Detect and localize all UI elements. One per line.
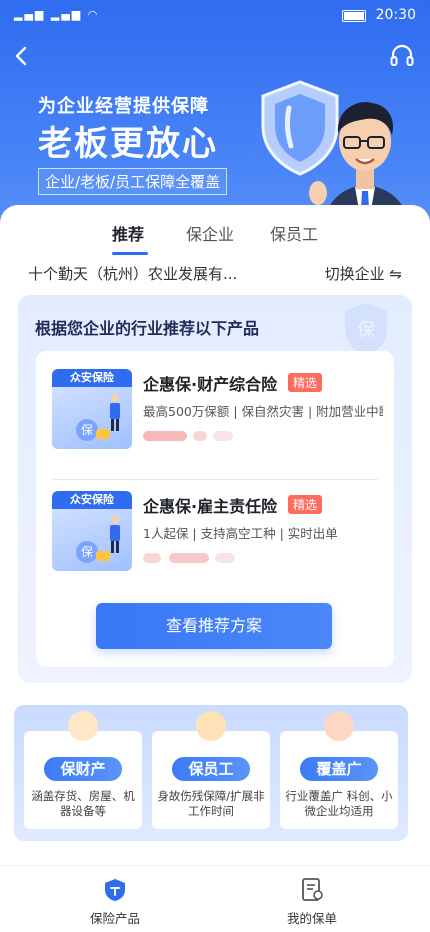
status-bar: ▂▄▆ ▂▄▆ ◠ 20:30 (0, 0, 430, 30)
hero-subtitle: 为企业经营提供保障 (38, 96, 209, 117)
feature-description: 涵盖存货、房屋、机器设备等 (31, 789, 135, 818)
hero-title: 老板更放心 (38, 124, 218, 164)
protect-badge-icon: 保 (76, 419, 98, 441)
recommendation-card: 根据您企业的行业推荐以下产品 保 众安保险 保 企惠保·财产综合险 精选 最高5… (18, 295, 412, 683)
company-name: 十个勤天（杭州）农业发展有... (28, 265, 238, 283)
featured-badge: 精选 (288, 373, 323, 392)
feature-wide-coverage[interactable]: 覆盖广 行业覆盖广 科创、小微企业均适用 (280, 711, 398, 829)
tab-recommend[interactable]: 推荐 (112, 221, 144, 245)
product-description: 1人起保 | 支持高空工种 | 实时出单 (143, 526, 338, 541)
blurred-price (143, 431, 253, 443)
product-name: 企惠保·财产综合险 (143, 375, 278, 394)
customer-service-headset-icon[interactable] (388, 42, 416, 70)
employee-icon (196, 711, 226, 741)
product-name: 企惠保·雇主责任险 (143, 497, 278, 516)
tab-protect-enterprise[interactable]: 保企业 (186, 221, 234, 245)
nav-insurance-products[interactable]: 保险产品 (65, 878, 165, 927)
policy-document-icon (302, 878, 323, 901)
view-recommended-plan-button[interactable]: 查看推荐方案 (96, 603, 332, 649)
tab-protect-employees[interactable]: 保员工 (270, 221, 318, 245)
property-icon (68, 711, 98, 741)
company-row: 十个勤天（杭州）农业发展有... 切换企业 ⇋ (0, 261, 430, 291)
insurer-brand-label: 众安保险 (52, 369, 132, 387)
nav-label: 我的保单 (286, 911, 337, 926)
feature-description: 身故伤残保障/扩展非工作时间 (157, 789, 265, 818)
product-list: 众安保险 保 企惠保·财产综合险 精选 最高500万保额 | 保自然灾害 | 附… (36, 351, 394, 667)
feature-protect-property[interactable]: 保财产 涵盖存货、房屋、机器设备等 (24, 711, 142, 829)
product-description: 最高500万保额 | 保自然灾害 | 附加营业中断 (143, 404, 383, 419)
feature-pill: 覆盖广 (300, 757, 378, 781)
blurred-price (143, 553, 253, 565)
product-item-employer-liability[interactable]: 众安保险 保 企惠保·雇主责任险 精选 1人起保 | 支持高空工种 | 实时出单 (36, 473, 394, 583)
category-tabs: 推荐 保企业 保员工 (0, 215, 430, 255)
feature-protect-employees[interactable]: 保员工 身故伤残保障/扩展非工作时间 (152, 711, 270, 829)
battery-icon (342, 10, 366, 22)
insurer-brand-label: 众安保险 (52, 491, 132, 509)
nav-label: 保险产品 (89, 911, 140, 926)
product-thumbnail: 众安保险 保 (52, 491, 132, 571)
signal-icon: ▂▄▆ ▂▄▆ ◠ (14, 8, 100, 21)
product-thumbnail: 众安保险 保 (52, 369, 132, 449)
worker-figure-icon (110, 516, 120, 553)
feature-description: 行业覆盖广 科创、小微企业均适用 (285, 789, 393, 818)
product-item-property-insurance[interactable]: 众安保险 保 企惠保·财产综合险 精选 最高500万保额 | 保自然灾害 | 附… (36, 351, 394, 461)
shield-product-icon (105, 879, 125, 901)
back-icon[interactable] (8, 42, 36, 70)
featured-badge: 精选 (288, 495, 323, 514)
gavel-icon (324, 711, 354, 741)
svg-text:保: 保 (357, 320, 375, 341)
status-time: 20:30 (375, 7, 416, 23)
recommendation-title: 根据您企业的行业推荐以下产品 (35, 319, 260, 338)
active-tab-indicator (112, 252, 148, 255)
feature-highlights: 保财产 涵盖存货、房屋、机器设备等 保员工 身故伤残保障/扩展非工作时间 覆盖广… (14, 705, 408, 841)
feature-pill: 保员工 (172, 757, 250, 781)
shield-watermark-icon: 保 (345, 303, 387, 355)
feature-pill: 保财产 (44, 757, 122, 781)
switch-company-button[interactable]: 切换企业 ⇋ (325, 263, 402, 284)
worker-figure-icon (110, 394, 120, 431)
bottom-navigation: 保险产品 我的保单 (0, 865, 430, 932)
hero-tag: 企业/老板/员工保障全覆盖 (38, 168, 228, 195)
protect-badge-icon: 保 (76, 541, 98, 563)
nav-my-policies[interactable]: 我的保单 (262, 878, 362, 927)
